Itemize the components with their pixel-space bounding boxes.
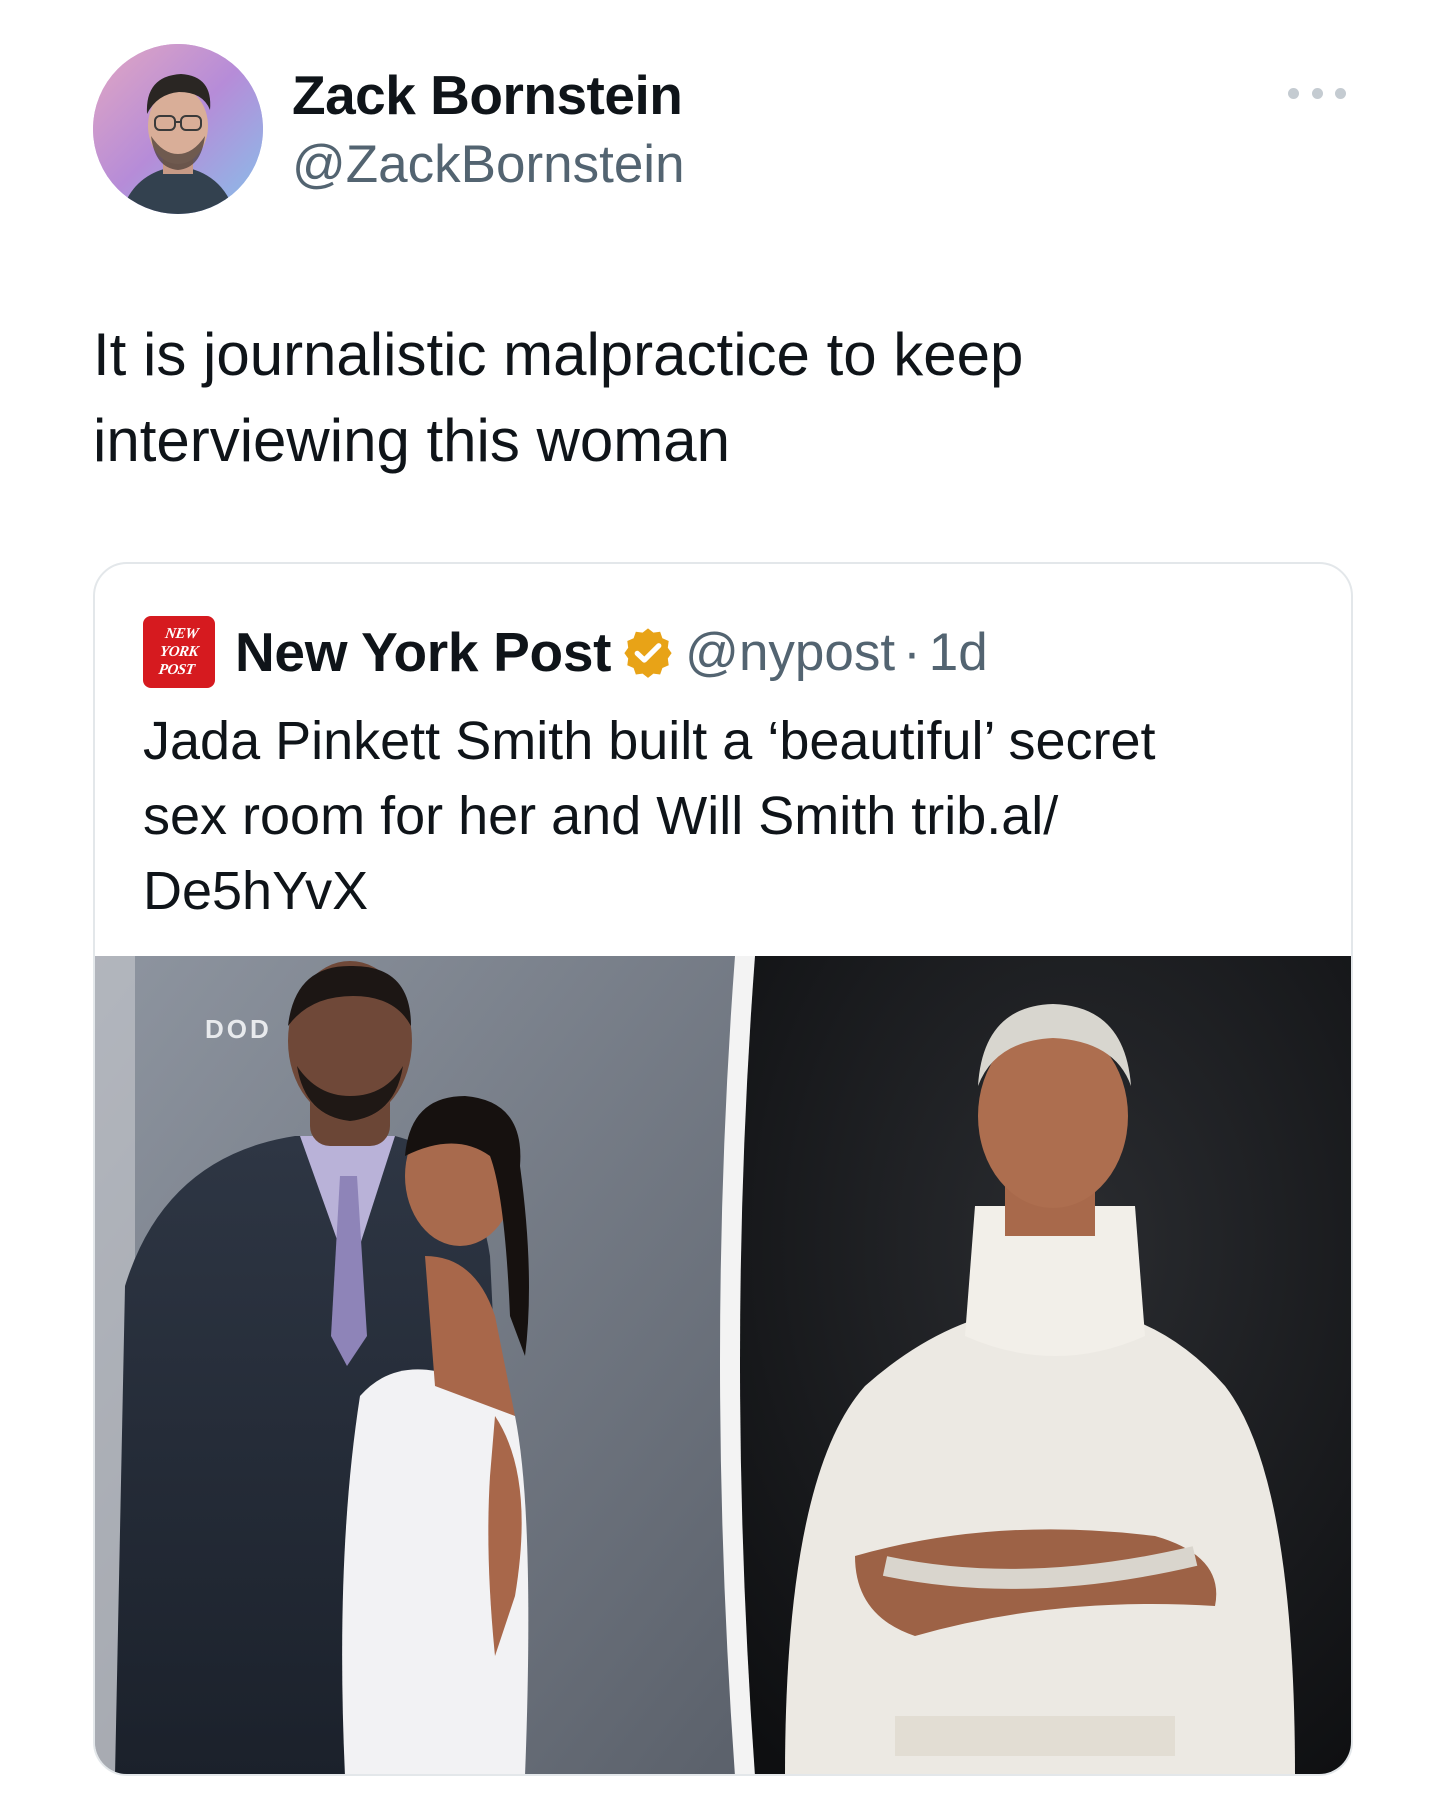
quoted-text-line: Jada Pinkett Smith built a ‘beautiful’ s… xyxy=(143,711,1156,771)
author-avatar[interactable] xyxy=(93,44,263,214)
quoted-tweet-card[interactable]: NEW YORK POST New York Post @nypost · 1d… xyxy=(93,562,1353,1776)
logo-text: POST xyxy=(157,662,196,678)
avatar-portrait-image xyxy=(93,44,263,214)
collage-photo-image: DOD xyxy=(95,956,1351,1774)
separator-dot: · xyxy=(903,622,921,682)
quoted-tweet-header: NEW YORK POST New York Post @nypost · 1d xyxy=(143,612,988,692)
author-name[interactable]: Zack Bornstein xyxy=(292,60,683,130)
tweet-text-line: interviewing this woman xyxy=(93,407,730,474)
quoted-author-name[interactable]: New York Post xyxy=(235,620,611,684)
tweet-text-line: It is journalistic malpractice to keep xyxy=(93,321,1024,388)
verified-gold-badge-icon xyxy=(624,628,672,678)
quoted-author-handle[interactable]: @nypost xyxy=(685,622,895,683)
more-options-button[interactable] xyxy=(1288,78,1346,108)
quoted-tweet-text: Jada Pinkett Smith built a ‘beautiful’ s… xyxy=(143,704,1303,929)
quoted-text-line: De5hYvX xyxy=(143,861,369,921)
logo-text: NEW xyxy=(164,626,199,642)
author-handle[interactable]: @ZackBornstein xyxy=(292,132,685,198)
quoted-tweet-timestamp[interactable]: 1d xyxy=(929,622,988,683)
quoted-text-line: sex room for her and Will Smith trib.al/ xyxy=(143,786,1059,846)
tweet-text: It is journalistic malpractice to keep i… xyxy=(93,312,1353,484)
nypost-logo-icon[interactable]: NEW YORK POST xyxy=(143,616,215,688)
quoted-tweet-media[interactable]: DOD xyxy=(95,956,1351,1774)
more-horizontal-icon xyxy=(1311,87,1323,99)
more-horizontal-icon xyxy=(1335,87,1346,99)
logo-text: YORK xyxy=(158,644,200,660)
backdrop-text: DOD xyxy=(205,1014,272,1044)
more-horizontal-icon xyxy=(1288,87,1299,99)
